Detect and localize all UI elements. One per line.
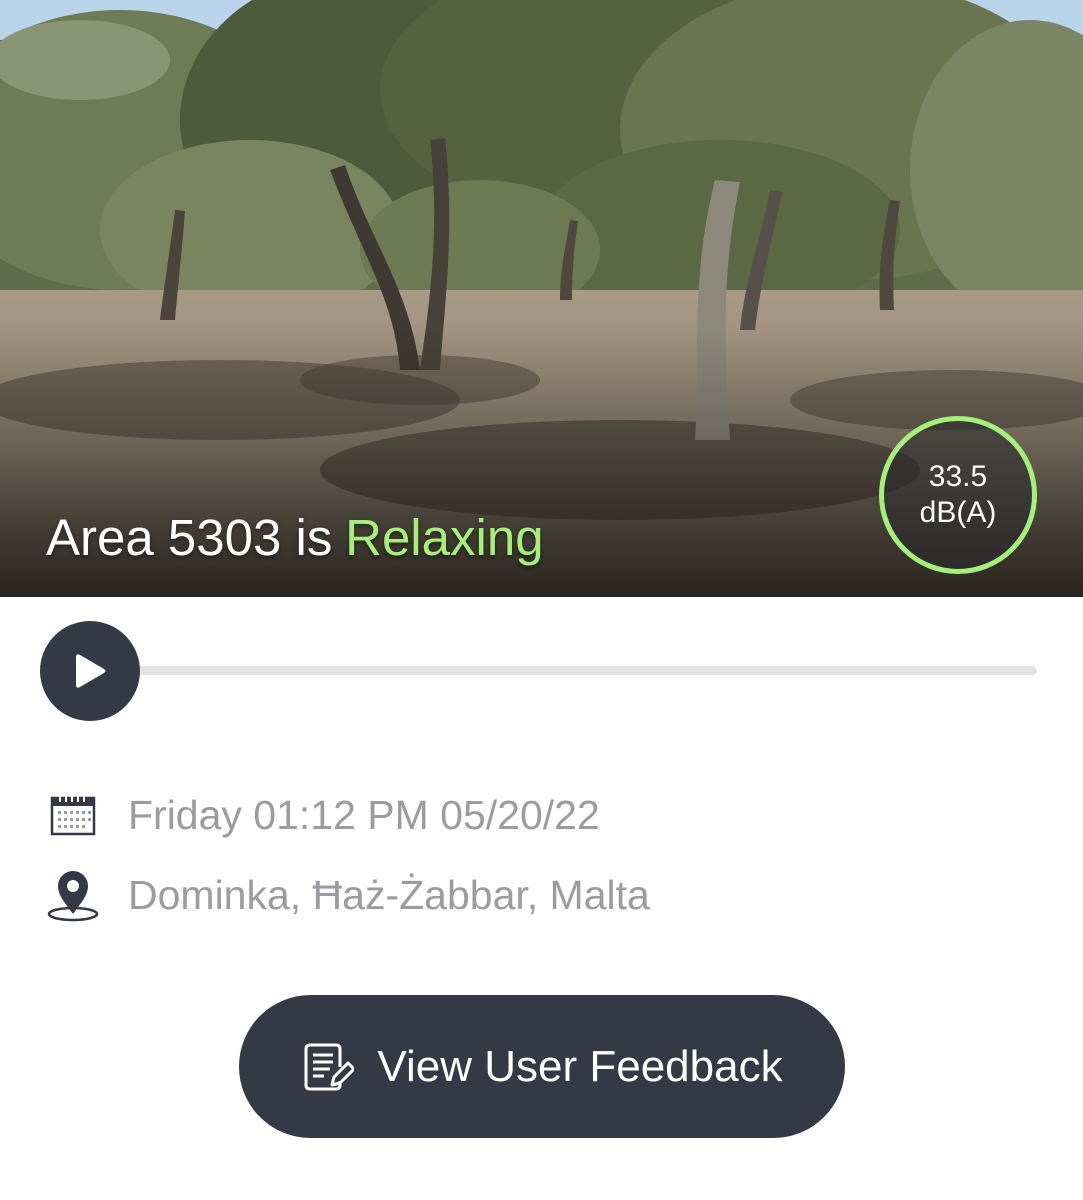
sound-level-value: 33.5 xyxy=(928,460,988,493)
view-user-feedback-button[interactable]: View User Feedback xyxy=(239,995,845,1138)
play-button[interactable] xyxy=(40,621,140,721)
location-row: Dominka, Ħaż-Żabbar, Malta xyxy=(46,868,650,922)
sound-level-unit: dB(A) xyxy=(919,496,997,529)
calendar-icon xyxy=(46,788,100,842)
play-icon xyxy=(76,654,106,688)
recording-date: Friday 01:12 PM 05/20/22 xyxy=(128,791,600,838)
view-user-feedback-label: View User Feedback xyxy=(377,1041,783,1091)
hero-image: Area 5303 is Relaxing 33.5 dB(A) xyxy=(0,0,1083,597)
area-title-prefix: Area 5303 is xyxy=(46,509,333,566)
audio-player xyxy=(0,597,1083,747)
area-status-label: Relaxing xyxy=(345,509,544,566)
recording-location: Dominka, Ħaż-Żabbar, Malta xyxy=(128,871,650,918)
sound-level-badge: 33.5 dB(A) xyxy=(879,416,1037,574)
area-status-title: Area 5303 is Relaxing xyxy=(46,508,544,567)
location-pin-icon xyxy=(46,868,100,922)
document-edit-icon xyxy=(301,1040,355,1094)
date-row: Friday 01:12 PM 05/20/22 xyxy=(46,788,600,842)
progress-slider[interactable] xyxy=(135,666,1037,675)
